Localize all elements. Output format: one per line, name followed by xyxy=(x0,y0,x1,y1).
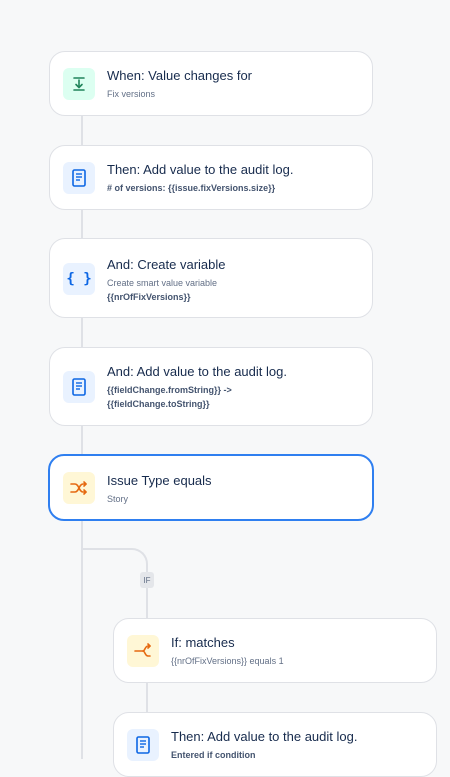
connector-line xyxy=(81,115,83,759)
step-title: Then: Add value to the audit log. xyxy=(107,162,294,177)
trigger-card[interactable]: When: Value changes for Fix versions xyxy=(49,51,373,116)
braces-icon: { } xyxy=(63,263,95,295)
step-subtitle: {{nrOfFixVersions}} equals 1 xyxy=(171,656,284,666)
document-icon xyxy=(63,162,95,194)
step-title: If: matches xyxy=(171,635,235,650)
step-title: And: Create variable xyxy=(107,257,226,272)
if-badge: IF xyxy=(140,572,154,588)
download-arrow-icon xyxy=(63,68,95,100)
step-title: And: Add value to the audit log. xyxy=(107,364,287,379)
step-title: Issue Type equals xyxy=(107,473,212,488)
action-card[interactable]: Then: Add value to the audit log. # of v… xyxy=(49,145,373,210)
step-subtitle: Entered if condition xyxy=(171,750,256,760)
condition-card[interactable]: Issue Type equals Story xyxy=(48,454,374,521)
step-subtitle-value: {{fieldChange.toString}} xyxy=(107,399,210,409)
document-icon xyxy=(63,371,95,403)
shuffle-icon xyxy=(63,472,95,504)
action-card[interactable]: Then: Add value to the audit log. Entere… xyxy=(113,712,437,777)
step-subtitle: Story xyxy=(107,494,129,504)
step-subtitle: # of versions: {{issue.fixVersions.size}… xyxy=(107,183,276,193)
step-subtitle: Create smart value variable xyxy=(107,278,218,288)
step-subtitle: Fix versions xyxy=(107,89,156,99)
step-subtitle-value: {{nrOfFixVersions}} xyxy=(107,292,191,302)
step-title: Then: Add value to the audit log. xyxy=(171,729,358,744)
branch-connector xyxy=(82,548,148,578)
action-card[interactable]: And: Add value to the audit log. {{field… xyxy=(49,347,373,426)
if-condition-card[interactable]: If: matches {{nrOfFixVersions}} equals 1 xyxy=(113,618,437,683)
step-title: When: Value changes for xyxy=(107,68,253,83)
branch-icon xyxy=(127,635,159,667)
document-icon xyxy=(127,729,159,761)
action-card[interactable]: { } And: Create variable Create smart va… xyxy=(49,238,373,318)
step-subtitle: {{fieldChange.fromString}} -> xyxy=(107,385,232,395)
